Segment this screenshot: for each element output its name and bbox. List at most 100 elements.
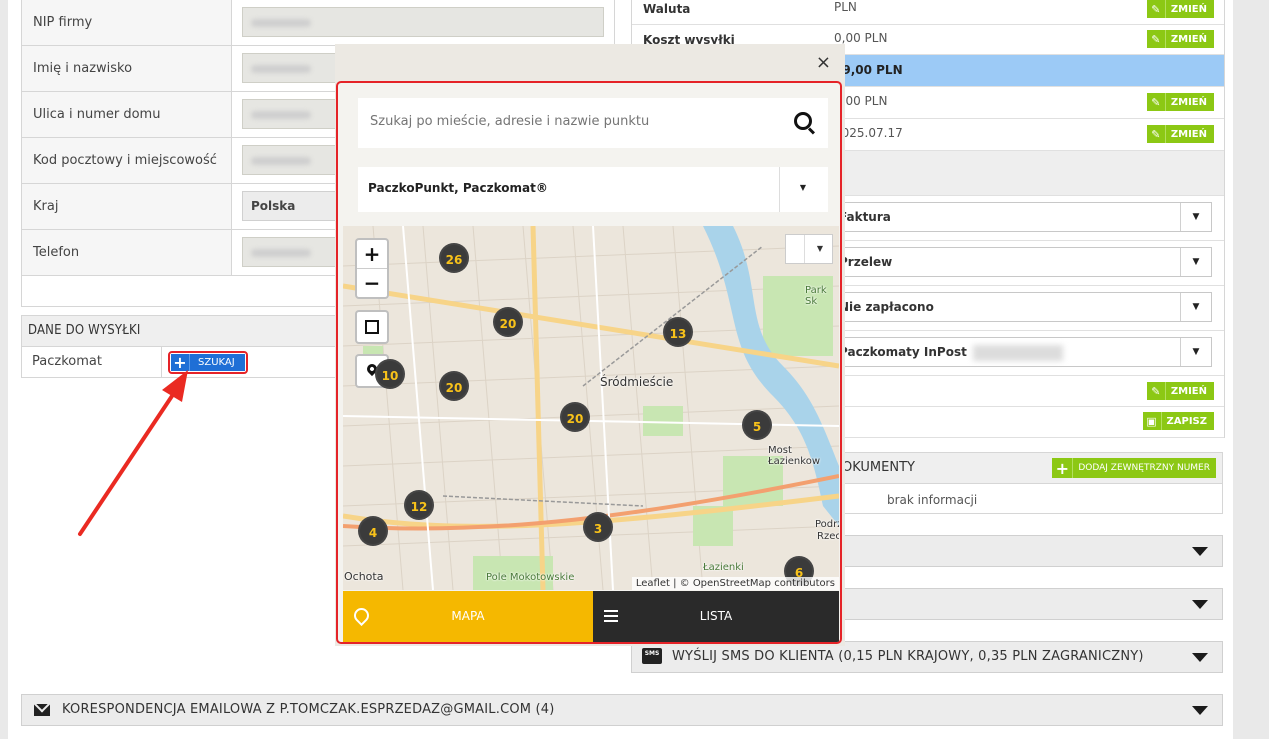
chevron-down-icon: ▼ xyxy=(1180,293,1211,321)
view-tabs: MAPA LISTA xyxy=(343,591,839,642)
row-waluta: Waluta PLN ✎ ZMIEŃ xyxy=(632,0,1224,25)
map-label-rzec: Rzec xyxy=(817,531,839,542)
redacted-text xyxy=(972,344,1063,361)
street-label: Ulica i numer domu xyxy=(22,92,232,137)
carrier-select[interactable]: Paczkomaty InPost ▼ xyxy=(832,337,1212,367)
paczkomat-modal: × PaczkoPunkt, Paczkomat® ▼ xyxy=(335,44,845,646)
save-label: ZAPISZ xyxy=(1166,415,1208,427)
change-label: ZMIEŃ xyxy=(1170,33,1207,45)
nip-field[interactable] xyxy=(242,7,604,37)
map-label-most: Most Łazienkow xyxy=(768,445,820,467)
waluta-value: PLN xyxy=(834,0,857,14)
cluster-marker[interactable]: 12 xyxy=(404,490,434,520)
triangle-down-icon xyxy=(1192,653,1208,662)
search-box xyxy=(358,98,828,148)
cluster-marker[interactable]: 20 xyxy=(560,402,590,432)
tab-map-label: MAPA xyxy=(451,609,485,623)
payment-select[interactable]: Przelew ▼ xyxy=(832,247,1212,277)
triangle-down-icon xyxy=(1192,547,1208,556)
change-koszt-button[interactable]: ✎ ZMIEŃ xyxy=(1146,30,1214,48)
search-icon[interactable] xyxy=(794,112,812,130)
add-external-label: DODAJ ZEWNĘTRZNY NUMER xyxy=(1078,463,1210,473)
fullscreen-button[interactable] xyxy=(355,310,389,344)
triangle-down-icon xyxy=(1192,706,1208,715)
doc-type-select[interactable]: Faktura ▼ xyxy=(832,202,1212,232)
cluster-marker[interactable]: 3 xyxy=(583,512,613,542)
tab-list-label: LISTA xyxy=(699,609,733,623)
chevron-down-icon: ▼ xyxy=(1180,203,1211,231)
modal-highlight-frame: PaczkoPunkt, Paczkomat® ▼ xyxy=(336,81,842,644)
email-accordion[interactable]: KORESPONDENCJA EMAILOWA Z P.TOMCZAK.ESPR… xyxy=(21,694,1223,726)
map-label-park: Park Sk xyxy=(805,285,827,307)
fullscreen-icon xyxy=(365,320,379,334)
cluster-marker[interactable]: 26 xyxy=(439,243,469,273)
add-external-number-button[interactable]: + DODAJ ZEWNĘTRZNY NUMER xyxy=(1052,458,1216,478)
pencil-icon: ✎ xyxy=(1147,0,1166,18)
tab-list[interactable]: LISTA xyxy=(593,591,839,642)
nip-label: NIP firmy xyxy=(22,0,232,45)
map-label-srodmiescie: Śródmieście xyxy=(600,375,674,389)
select-divider xyxy=(779,167,780,212)
change-carrier-button[interactable]: ✎ ZMIEŃ xyxy=(1146,382,1214,400)
form-row-nip: NIP firmy xyxy=(22,0,614,46)
carrier-value: Paczkomaty InPost xyxy=(839,345,967,359)
envelope-icon xyxy=(34,704,50,716)
chevron-down-icon: ▼ xyxy=(1180,338,1211,366)
zoom-out-button[interactable]: − xyxy=(357,269,387,297)
sms-label: WYŚLIJ SMS DO KLIENTA (0,15 PLN KRAJOWY,… xyxy=(672,649,1144,664)
cluster-marker[interactable]: 4 xyxy=(358,516,388,546)
pencil-icon: ✎ xyxy=(1147,30,1166,48)
location-pin-icon xyxy=(350,604,373,627)
change-label: ZMIEŃ xyxy=(1170,96,1207,108)
country-label: Kraj xyxy=(22,184,232,229)
save-icon: ▣ xyxy=(1143,412,1162,430)
email-label: KORESPONDENCJA EMAILOWA Z P.TOMCZAK.ESPR… xyxy=(62,702,555,717)
zoom-in-button[interactable]: + xyxy=(357,240,387,269)
chevron-down-icon: ▼ xyxy=(799,183,806,192)
map-attribution[interactable]: Leaflet | © OpenStreetMap contributors xyxy=(631,577,839,590)
doc-type-value: Faktura xyxy=(839,210,891,224)
cluster-marker[interactable]: 20 xyxy=(439,371,469,401)
zoom-control: + − xyxy=(355,238,389,299)
name-label: Imię i nazwisko xyxy=(22,46,232,91)
change-date-button[interactable]: ✎ ZMIEŃ xyxy=(1146,125,1214,143)
save-button[interactable]: ▣ ZAPISZ xyxy=(1142,412,1214,430)
change-label: ZMIEŃ xyxy=(1170,128,1207,140)
triangle-down-icon xyxy=(1192,600,1208,609)
phone-label: Telefon xyxy=(22,230,232,275)
waluta-label: Waluta xyxy=(643,2,691,16)
list-icon xyxy=(604,610,618,622)
pencil-icon: ✎ xyxy=(1147,382,1166,400)
chevron-down-icon: ▼ xyxy=(1180,248,1211,276)
close-icon[interactable]: × xyxy=(816,54,831,72)
cluster-marker[interactable]: 13 xyxy=(663,317,693,347)
chevron-down-icon: ▼ xyxy=(816,244,823,253)
pencil-icon: ✎ xyxy=(1147,93,1166,111)
postcode-label: Kod pocztowy i miejscowość xyxy=(22,138,232,183)
plus-icon: + xyxy=(1052,458,1074,478)
paid-status-select[interactable]: Nie zapłacono ▼ xyxy=(832,292,1212,322)
map[interactable]: + − ▼ 26 20 13 10 20 20 5 12 4 3 6 Śródm… xyxy=(343,226,839,590)
cluster-marker[interactable]: 20 xyxy=(493,307,523,337)
koszt-value: 0,00 PLN xyxy=(834,31,888,45)
search-input[interactable] xyxy=(368,113,772,130)
szukaj-label: SZUKAJ xyxy=(198,357,235,368)
tab-map[interactable]: MAPA xyxy=(343,591,593,642)
map-label-ochota: Ochota xyxy=(344,570,384,583)
change-waluta-button[interactable]: ✎ ZMIEŃ xyxy=(1146,0,1214,18)
change-row4-button[interactable]: ✎ ZMIEŃ xyxy=(1146,93,1214,111)
documents-empty: brak informacji xyxy=(887,493,978,507)
map-label-lazienki: Łazienki xyxy=(703,562,744,573)
map-label-podrze: Podrz xyxy=(815,519,839,530)
point-type-select[interactable]: PaczkoPunkt, Paczkomat® ▼ xyxy=(358,167,828,212)
pencil-icon: ✎ xyxy=(1147,125,1166,143)
change-label: ZMIEŃ xyxy=(1170,3,1207,15)
payment-value: Przelew xyxy=(839,255,893,269)
cluster-marker[interactable]: 5 xyxy=(742,410,772,440)
change-label: ZMIEŃ xyxy=(1170,385,1207,397)
cluster-marker[interactable]: 10 xyxy=(375,359,405,389)
paid-status-value: Nie zapłacono xyxy=(839,300,934,314)
map-label-pole: Pole Mokotowskie xyxy=(486,572,575,583)
point-type-value: PaczkoPunkt, Paczkomat® xyxy=(368,181,548,195)
map-filter-select[interactable]: ▼ xyxy=(785,234,833,264)
